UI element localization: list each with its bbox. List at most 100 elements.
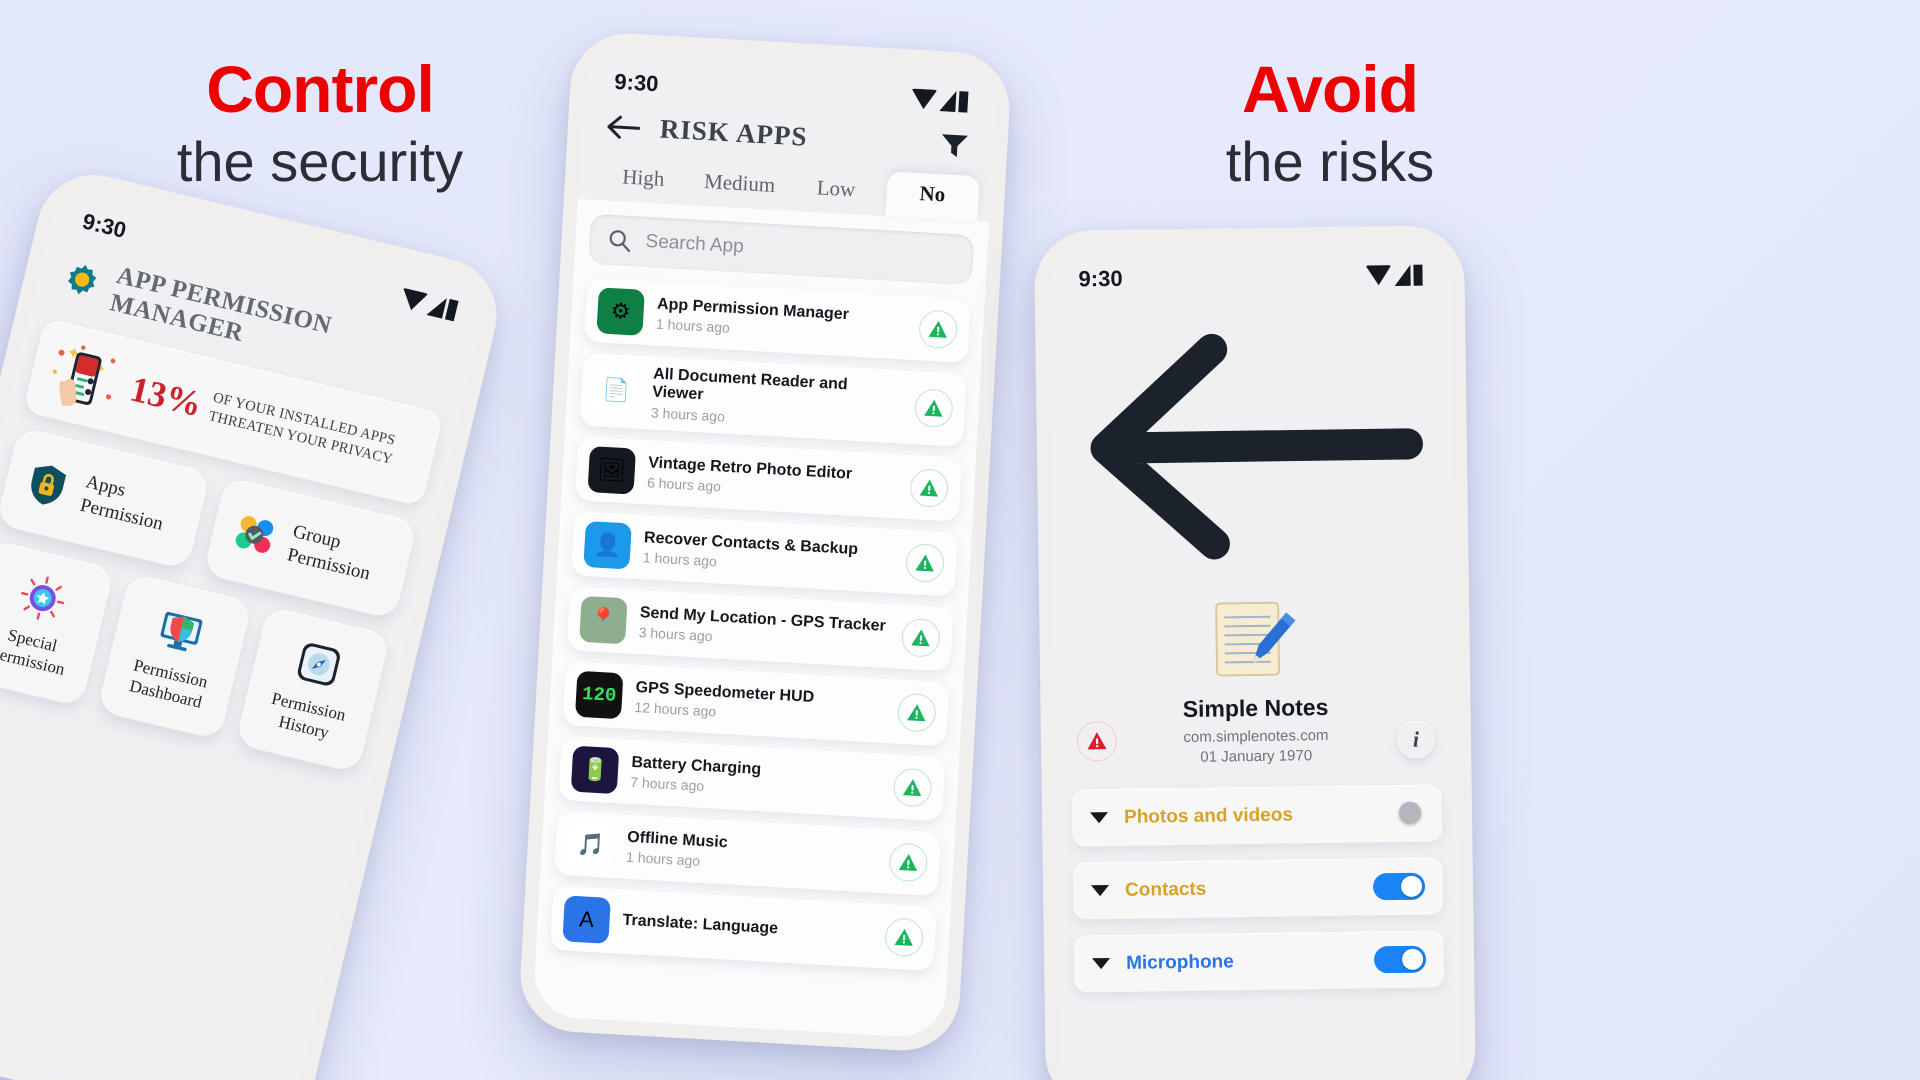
warning-green-icon[interactable] [892,767,933,808]
tab-medium[interactable]: Medium [692,160,787,210]
caret-down-icon[interactable] [1091,885,1110,897]
permission-row[interactable]: Microphone [1073,930,1445,993]
tile-special-permission[interactable]: Special Permission [0,539,115,708]
toggle-knob [1401,948,1424,971]
app-row[interactable]: 🔋 Battery Charging 7 hours ago [558,735,946,822]
toggle-knob [1400,875,1423,898]
app-meta: Send My Location - GPS Tracker 3 hours ag… [638,604,890,654]
tile-label-permission-history: Permission History [269,688,348,743]
permissions-list: Photos and videos Contacts Microphone [1055,762,1460,993]
signal-bar-icon [958,90,969,113]
phone-left: 9:30 APP PERMISSION MANAGER 13% OF YOUR … [0,163,509,1080]
speedometer-icon: 120 [574,670,624,720]
page-title: RISK APPS [659,113,809,152]
tile-label-group-permission: Group Permission [285,521,373,585]
photo-editor-icon: 🖼 [587,445,637,495]
search-icon [607,228,632,253]
music-note-icon: 🎵 [566,820,616,869]
permission-row[interactable]: Photos and videos [1071,784,1443,847]
signal-icon [1394,264,1411,286]
wifi-icon [1365,265,1392,286]
phone-right-screen: 9:30 Simple Notes com.simplenotes.com 01… [1048,239,1462,1080]
phone-right: 9:30 Simple Notes com.simplenotes.com 01… [1033,225,1477,1080]
privacy-percent: 13% [126,368,206,425]
wifi-icon [398,287,429,314]
headline-right-top: Avoid [1242,52,1419,126]
permission-row[interactable]: Contacts [1072,857,1444,920]
permission-toggle[interactable] [1372,872,1426,901]
status-time: 9:30 [1078,265,1123,292]
notepad-pencil-icon [1208,593,1301,686]
warning-green-icon[interactable] [896,692,937,733]
warning-green-icon[interactable] [913,388,954,429]
permission-label: Contacts [1124,878,1207,901]
warning-green-icon[interactable] [905,542,946,583]
app-name: Translate: Language [622,911,779,937]
app-row[interactable]: 🎵 Offline Music 1 hours ago [554,810,942,896]
app-meta: Battery Charging 7 hours ago [630,753,882,803]
toggle-knob [1398,801,1422,825]
history-compass-icon [291,636,346,691]
app-meta: Translate: Language [622,911,873,945]
privacy-text: OF YOUR INSTALLED APPS THREATEN YOUR PRI… [207,389,399,469]
status-icons [1365,264,1423,286]
tile-label-special-permission: Special Permission [0,624,67,679]
translate-icon: A [562,895,611,944]
hand-phone-icon [39,333,130,421]
warning-green-icon[interactable] [909,467,950,508]
app-row[interactable]: ⚙ App Permission Manager 1 hours ago [583,277,971,364]
signal-bar-icon [1413,264,1423,286]
app-row[interactable]: 📍 Send My Location - GPS Tracker 3 hours a… [566,585,954,672]
search-placeholder: Search App [645,230,745,258]
tab-low[interactable]: Low [789,166,884,216]
signal-icon [426,293,448,319]
status-bar-right: 9:30 [1048,239,1451,297]
gear-shield-icon: ⚙ [596,287,645,336]
app-detail-hero: Simple Notes com.simplenotes.com 01 Janu… [1053,584,1457,768]
app-meta: Offline Music 1 hours ago [626,828,878,878]
app-row[interactable]: 👤 Recover Contacts & Backup 1 hours ago [570,511,958,597]
phone-left-screen: 9:30 APP PERMISSION MANAGER 13% OF YOUR … [0,180,492,1080]
search-input[interactable]: Search App [588,213,975,286]
app-row[interactable]: 📄 All Document Reader and Viewer 3 hours a… [579,352,967,447]
tile-permission-history[interactable]: Permission History [234,605,391,774]
permission-label: Photos and videos [1123,804,1294,828]
back-arrow-icon[interactable] [605,112,641,142]
status-icons [910,88,969,113]
status-time: 9:30 [613,68,660,97]
filter-icon[interactable] [939,131,971,161]
phone-center: 9:30 RISK APPS High Medium Low No Search… [517,30,1013,1054]
permission-toggle[interactable] [1372,800,1424,828]
tab-no[interactable]: No [884,171,980,222]
app-row[interactable]: 120 GPS Speedometer HUD 12 hours ago [562,660,950,747]
app-row[interactable]: 🖼 Vintage Retro Photo Editor 6 hours ago [575,436,963,522]
headline-right: Avoid the risks [1070,52,1590,195]
permission-toggle[interactable] [1373,945,1427,974]
tab-high[interactable]: High [596,155,691,205]
signal-icon [939,89,957,112]
caret-down-icon[interactable] [1090,812,1109,824]
caret-down-icon[interactable] [1092,958,1111,970]
monitor-shield-icon [153,603,208,658]
tile-label-permission-dashboard: Permission Dashboard [127,655,210,712]
tile-permission-dashboard[interactable]: Permission Dashboard [96,572,253,741]
headline-right-sub: the risks [1225,130,1435,194]
map-pin-icon: 📍 [579,595,628,645]
tile-label-apps-permission: Apps Permission [78,471,166,535]
warning-green-icon[interactable] [888,842,929,883]
app-rows-container: ⚙ App Permission Manager 1 hours ago 📄 All D… [549,277,971,971]
group-check-icon [227,507,282,562]
contacts-recover-icon: 👤 [583,520,632,570]
app-meta: App Permission Manager 1 hours ago [656,295,908,345]
app-bar-right [1049,291,1455,590]
app-meta: GPS Speedometer HUD 12 hours ago [634,679,886,729]
app-row[interactable]: A Translate: Language [549,885,937,971]
warning-green-icon[interactable] [918,309,959,350]
warning-green-icon[interactable] [900,617,941,658]
shield-lock-icon [20,457,75,512]
app-meta: Vintage Retro Photo Editor 6 hours ago [647,454,899,504]
risk-apps-list: Search App ⚙ App Permission Manager 1 hour… [532,199,990,1039]
warning-green-icon[interactable] [884,917,925,958]
signal-bar-icon [445,298,459,321]
headline-left-top: Control [206,52,435,126]
